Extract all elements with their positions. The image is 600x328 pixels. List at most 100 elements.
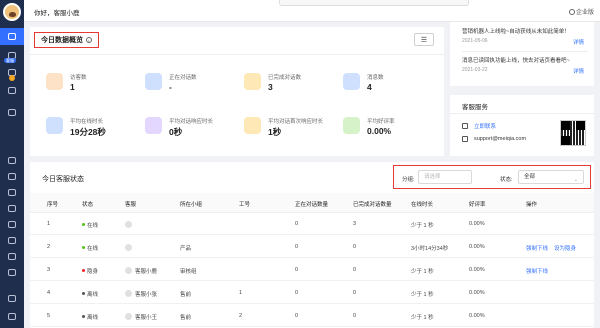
- filter-bar: 分组: 请选择 状态: 全部 ⌄: [393, 165, 591, 189]
- email-row: support@meiqia.com: [462, 136, 526, 142]
- stat-value: -: [169, 82, 172, 92]
- stat-label: 平均好评率: [367, 119, 395, 125]
- stat-item: 访客数 1: [46, 73, 136, 95]
- online-duration-cell: 少于 1 秒: [411, 223, 434, 229]
- sidebar-item-help[interactable]: [0, 264, 24, 281]
- sidebar-item-stats[interactable]: [0, 200, 24, 217]
- stat-item: 平均对话响应时长 0秒: [145, 117, 235, 139]
- done-count-cell: 0: [353, 290, 357, 296]
- stat-value: 19分28秒: [70, 127, 106, 137]
- active-count-cell: 0: [295, 313, 299, 319]
- rating-cell: 0.00%: [469, 267, 485, 273]
- sidebar-item-settings[interactable]: [0, 232, 24, 249]
- avatar[interactable]: [3, 3, 21, 21]
- state-filter-label: 状态:: [500, 177, 513, 183]
- actions-cell: 强制下线 设为隐身: [526, 244, 582, 252]
- qr-code: [560, 120, 586, 146]
- sidebar-item-message[interactable]: [0, 168, 24, 185]
- list-icon[interactable]: ☰: [414, 33, 434, 46]
- group-cell: 售前: [180, 292, 192, 298]
- sidebar-item-dashboard[interactable]: [0, 28, 24, 45]
- avatar: [125, 221, 132, 228]
- employee-id-cell: 1: [239, 290, 243, 296]
- row-number: 2: [47, 244, 51, 250]
- avatar: [125, 290, 132, 297]
- stat-item: 平均对话首次响应时长 1秒: [244, 117, 334, 139]
- agent-cell: 客服小王: [125, 313, 157, 321]
- chevron-down-icon: ⌄: [573, 177, 578, 183]
- online-duration-cell: 少于 1 秒: [411, 269, 434, 275]
- agent-cell: 客服小张: [125, 290, 157, 298]
- online-duration-cell: 3小时14分34秒: [411, 246, 449, 252]
- stat-item: 平均好评率 0.00%: [343, 117, 433, 139]
- stat-label: 平均在线时长: [70, 119, 104, 125]
- mail-icon: [8, 87, 16, 94]
- sidebar-item-ticket[interactable]: [0, 104, 24, 121]
- online-duration-cell: 少于 1 秒: [411, 315, 434, 321]
- sidebar-item-visitor[interactable]: [0, 64, 24, 81]
- agent-cell: [125, 221, 135, 229]
- sidebar-item-chat[interactable]: 客服: [0, 47, 24, 64]
- notice-item: 营销机器人上线啦~自动获线从未如此简单！ 2021-05-06: [462, 27, 588, 44]
- edition-label[interactable]: 企业版: [568, 7, 594, 16]
- row-number: 5: [47, 313, 51, 319]
- sidebar-badge: 客服: [4, 58, 16, 63]
- force-offline-button[interactable]: 强制下线: [526, 246, 548, 252]
- info-icon: [568, 9, 575, 15]
- done-count-cell: 0: [353, 244, 357, 250]
- stat-label: 访客数: [70, 75, 87, 81]
- contact-row: 立即联系: [462, 122, 496, 130]
- done-count-cell: 0: [353, 313, 357, 319]
- sidebar: 客服: [0, 0, 24, 328]
- notice-panel: 营销机器人上线啦~自动获线从未如此简单！ 2021-05-06 详情 消息已读回…: [450, 22, 594, 86]
- status-dot: [82, 292, 85, 295]
- mail-icon: [462, 136, 468, 142]
- response-icon: [145, 117, 162, 134]
- state-select[interactable]: 全部 ⌄: [518, 170, 584, 184]
- message-icon: [343, 73, 360, 90]
- question-icon: [8, 269, 16, 276]
- notice-detail-link[interactable]: 详情: [573, 67, 584, 75]
- gear-icon: [8, 253, 16, 260]
- notice-detail-link[interactable]: 详情: [573, 38, 584, 46]
- sidebar-item-group[interactable]: [0, 184, 24, 201]
- row-number: 1: [47, 221, 51, 227]
- stat-label: 已完成对话数: [268, 75, 302, 81]
- group-select[interactable]: 请选择: [418, 170, 472, 184]
- service-title: 客服服务: [462, 104, 488, 111]
- contact-link[interactable]: 立即联系: [474, 122, 496, 130]
- column-header: 序号: [47, 202, 59, 208]
- sidebar-item-more[interactable]: [0, 290, 24, 307]
- column-header: 所在小组: [180, 202, 203, 208]
- chat-icon: [462, 123, 468, 129]
- force-offline-button[interactable]: 强制下线: [526, 269, 548, 275]
- set-invisible-button[interactable]: 设为隐身: [554, 246, 576, 252]
- done-count-cell: 0: [353, 267, 357, 273]
- logout-icon: [8, 313, 16, 320]
- info-icon[interactable]: i: [86, 37, 92, 43]
- stat-label: 正在对话数: [169, 75, 197, 81]
- sidebar-item-logout[interactable]: [0, 308, 24, 325]
- table-header: 序号 状态 客服 所在小组 工号 正在对话数量 已完成对话数量 在线时长 好评率 操作: [30, 193, 594, 213]
- stat-value: 1秒: [268, 127, 282, 137]
- divider: [462, 51, 588, 52]
- support-email[interactable]: support@meiqia.com: [474, 136, 526, 142]
- stat-value: 0.00%: [367, 126, 392, 136]
- stat-item: 已完成对话数 3: [244, 73, 334, 95]
- sidebar-item-shield[interactable]: [0, 216, 24, 233]
- sidebar-item-config[interactable]: [0, 248, 24, 265]
- stat-value: 4: [367, 82, 372, 92]
- sidebar-item-user[interactable]: [0, 152, 24, 169]
- stat-item: 平均在线时长 19分28秒: [46, 117, 136, 139]
- status-badge: 隐身: [82, 267, 98, 275]
- user-icon: [8, 157, 16, 164]
- rating-cell: 0.00%: [469, 313, 485, 319]
- table-row: 4 离线 客服小张 售前 1 0 0 少于 1 秒 0.00%: [30, 283, 594, 304]
- stat-item: 消息数 4: [343, 73, 433, 95]
- sidebar-item-mail[interactable]: [0, 82, 24, 99]
- stats-icon: [8, 205, 16, 212]
- avatar: [125, 244, 132, 251]
- done-count-cell: 3: [353, 221, 357, 227]
- avatar: [125, 313, 132, 320]
- agent-cell: [125, 244, 135, 252]
